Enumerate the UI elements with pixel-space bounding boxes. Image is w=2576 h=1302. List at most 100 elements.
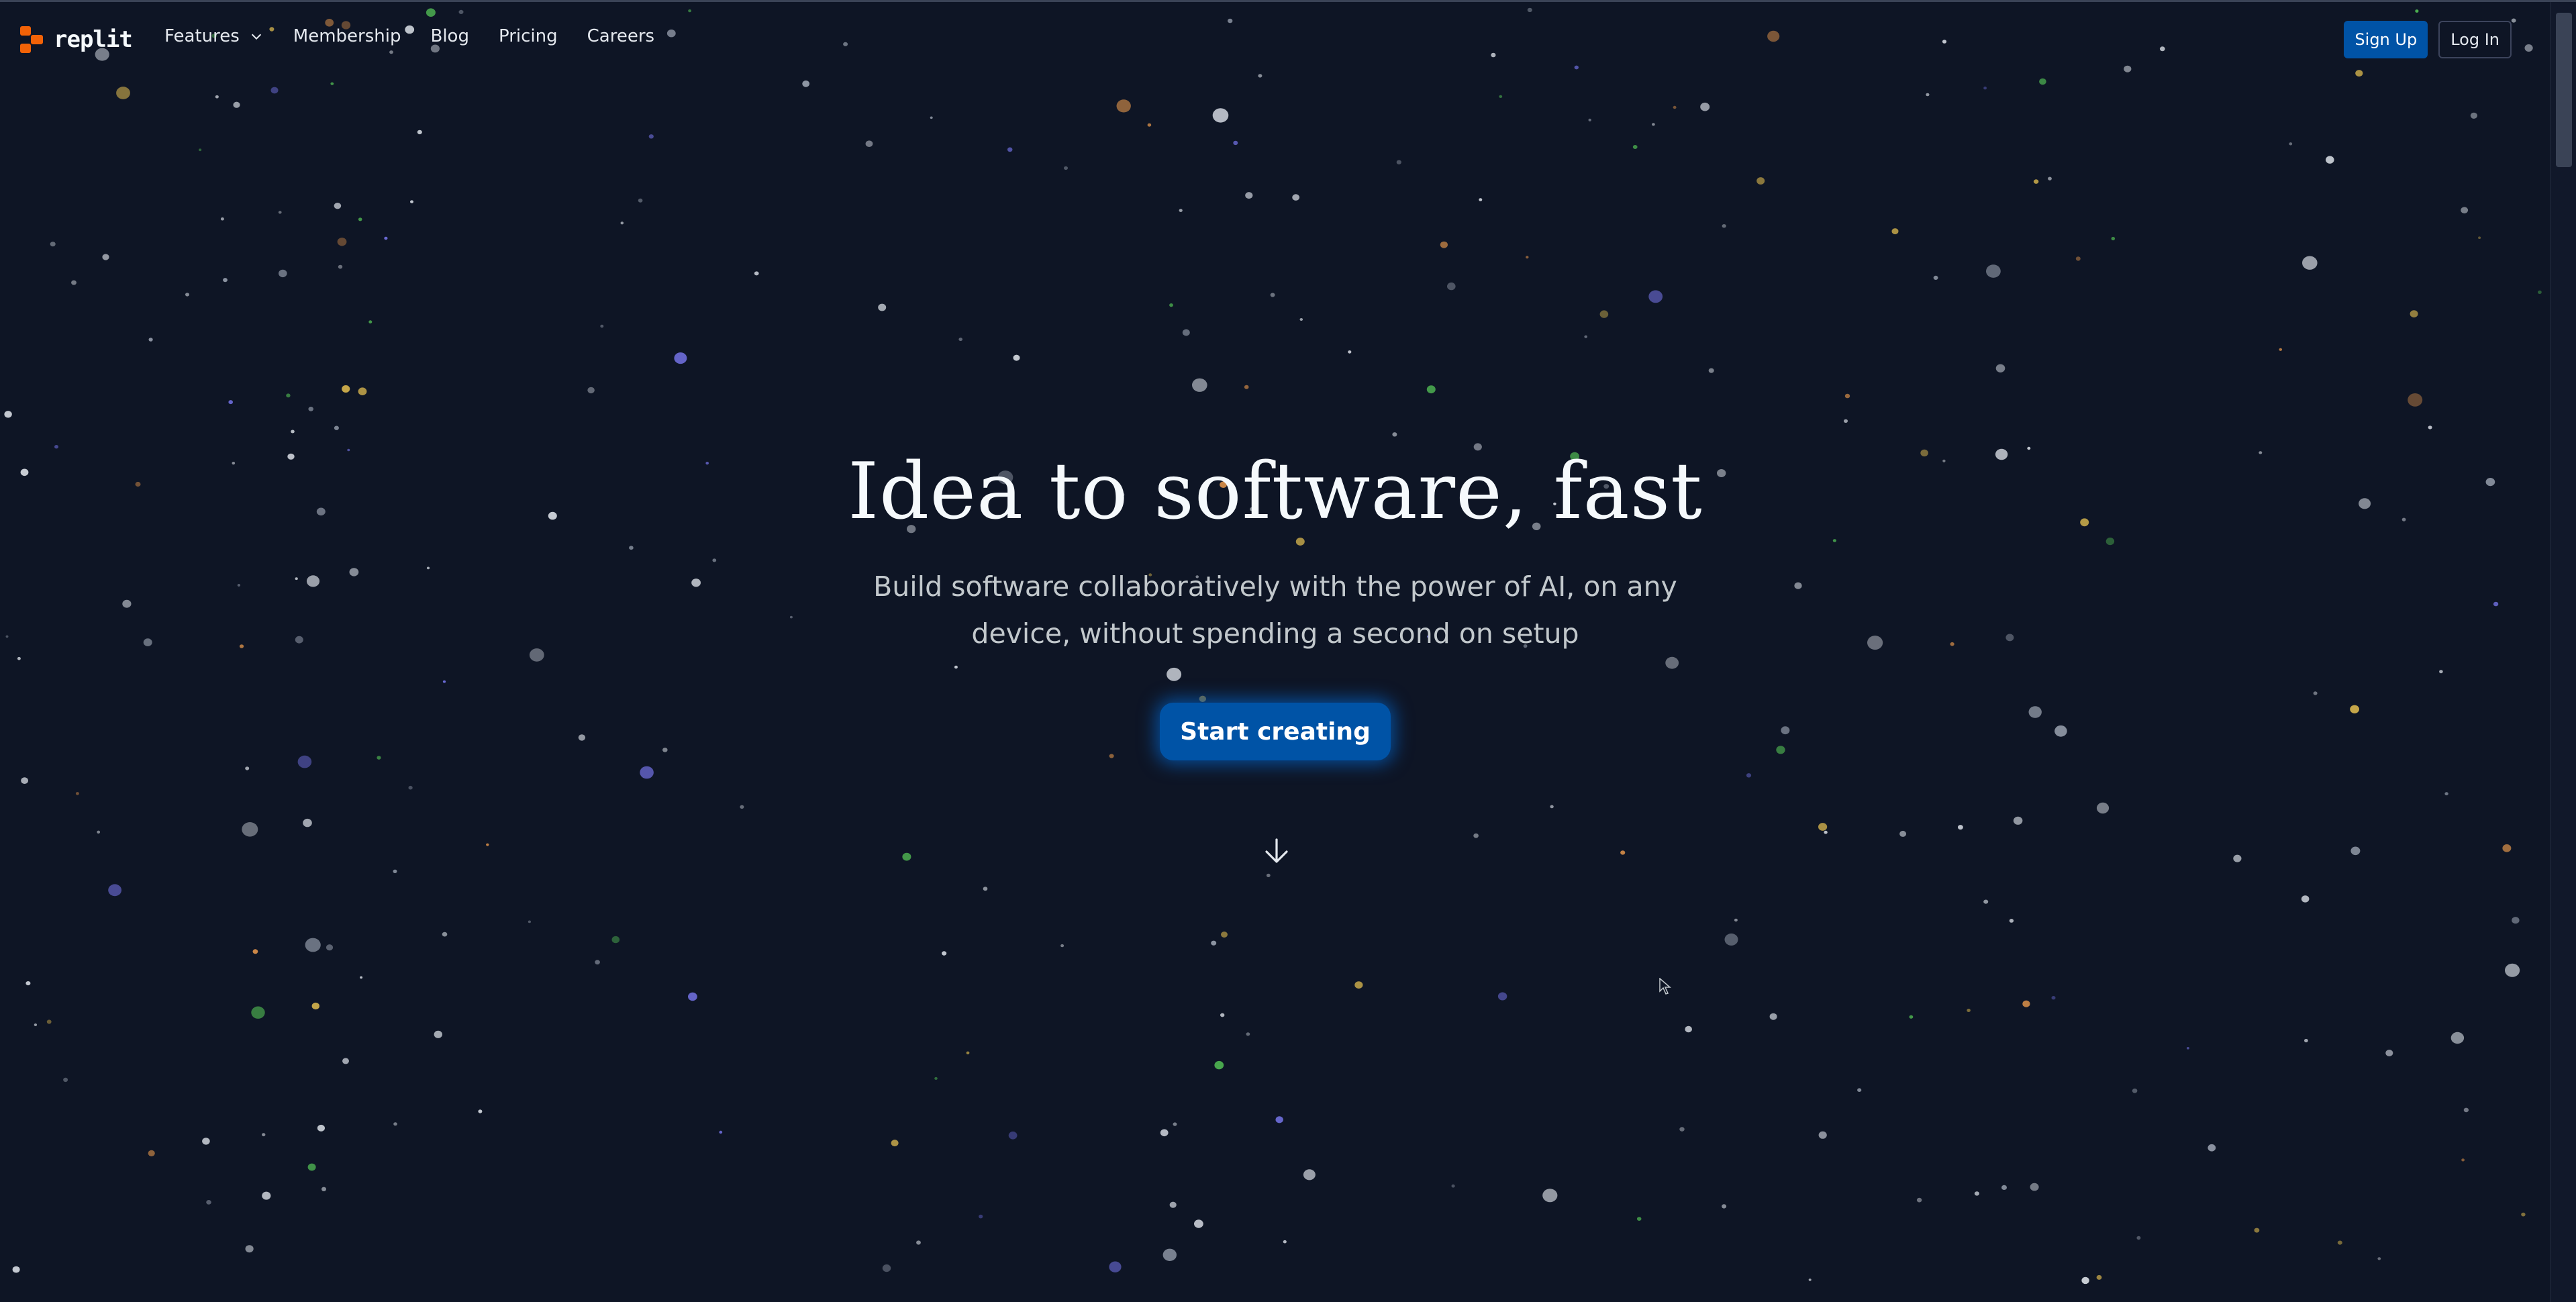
star-dot <box>1995 364 2005 372</box>
star-dot <box>2233 854 2242 862</box>
star-dot <box>611 936 620 944</box>
nav-careers-link[interactable]: Careers <box>587 26 654 46</box>
star-dot <box>1173 1122 1177 1126</box>
star-dot <box>1746 773 1752 778</box>
star-dot <box>1246 1032 1250 1036</box>
star-dot <box>1160 1129 1169 1137</box>
star-dot <box>865 140 873 147</box>
star-dot <box>2304 1038 2308 1043</box>
page-scrollbar[interactable] <box>2550 2 2576 1302</box>
star-dot <box>2009 919 2014 923</box>
star-dot <box>342 1058 349 1064</box>
star-dot <box>1292 194 1300 201</box>
star-dot <box>891 1140 899 1147</box>
star-dot <box>1652 123 1655 126</box>
nav-pricing-link[interactable]: Pricing <box>499 26 558 46</box>
star-dot <box>1974 1191 1979 1196</box>
star-dot <box>360 976 363 979</box>
star-dot <box>916 1240 921 1245</box>
star-dot <box>1245 192 1253 199</box>
replit-logo[interactable]: replit <box>20 26 133 53</box>
star-dot <box>2186 1047 2189 1050</box>
star-dot <box>1632 145 1638 149</box>
star-dot <box>2461 1158 2465 1162</box>
nav-membership-link[interactable]: Membership <box>293 26 401 46</box>
start-creating-button[interactable]: Start creating <box>1160 703 1391 760</box>
star-dot <box>215 95 219 99</box>
star-dot <box>1844 419 1848 423</box>
star-dot <box>1116 99 1131 113</box>
star-dot <box>1685 1025 1692 1033</box>
star-dot <box>393 869 397 874</box>
star-dot <box>1983 899 1989 904</box>
star-dot <box>2136 1236 2141 1240</box>
star-dot <box>620 221 624 225</box>
star-dot <box>228 400 234 405</box>
nav-features-dropdown[interactable]: Features <box>164 26 264 46</box>
star-dot <box>1244 385 1249 389</box>
star-dot <box>1933 275 1938 280</box>
sign-up-button[interactable]: Sign Up <box>2344 21 2428 58</box>
star-dot <box>358 217 362 221</box>
star-dot <box>326 944 334 951</box>
star-dot <box>1734 918 1738 922</box>
star-dot <box>754 271 759 276</box>
log-in-button[interactable]: Log In <box>2438 21 2512 58</box>
nav-blog-link[interactable]: Blog <box>431 26 469 46</box>
star-dot <box>719 1130 723 1134</box>
star-dot <box>1620 850 1626 855</box>
star-dot <box>1673 105 1677 109</box>
star-dot <box>2478 236 2481 240</box>
star-dot <box>648 134 654 139</box>
star-dot <box>220 217 224 221</box>
star-dot <box>2408 393 2423 407</box>
star-dot <box>1722 1204 1727 1209</box>
star-dot <box>934 1076 938 1080</box>
star-dot <box>2463 1107 2469 1113</box>
star-dot <box>2030 1183 2039 1191</box>
star-dot <box>1447 282 1456 291</box>
star-dot <box>206 1200 211 1205</box>
star-dot <box>2075 256 2081 261</box>
star-dot <box>1526 256 1529 259</box>
star-dot <box>1169 1201 1177 1208</box>
star-dot <box>286 393 291 398</box>
star-dot <box>979 1214 983 1219</box>
star-dot <box>1584 335 1587 338</box>
star-dot <box>148 338 153 342</box>
star-dot <box>368 320 373 323</box>
star-dot <box>983 887 988 891</box>
star-dot <box>1440 241 1448 248</box>
star-dot <box>1109 1261 1122 1272</box>
hero-title: Idea to software, fast <box>848 446 1703 537</box>
star-dot <box>1221 932 1228 938</box>
star-dot <box>1891 228 1899 235</box>
star-dot <box>185 293 189 297</box>
star-dot <box>1348 350 1352 354</box>
star-dot <box>434 1030 442 1038</box>
star-dot <box>1599 310 1609 318</box>
arrow-down-icon[interactable] <box>1260 834 1293 868</box>
star-dot <box>252 949 258 954</box>
star-dot <box>342 385 350 393</box>
star-dot <box>202 1138 210 1145</box>
star-dot <box>1824 830 1828 834</box>
star-dot <box>2096 802 2110 814</box>
star-dot <box>2279 348 2283 351</box>
star-dot <box>2470 112 2477 119</box>
star-dot <box>1708 368 1714 373</box>
star-dot <box>262 1133 266 1137</box>
star-dot <box>2132 1088 2138 1093</box>
star-dot <box>1266 873 1271 877</box>
star-dot <box>12 1266 20 1273</box>
star-dot <box>337 238 347 246</box>
star-dot <box>902 852 911 861</box>
scrollbar-thumb[interactable] <box>2556 13 2572 167</box>
star-dot <box>1194 1219 1203 1228</box>
star-dot <box>638 198 643 203</box>
star-dot <box>1192 378 1207 392</box>
chevron-down-icon <box>251 34 261 40</box>
star-dot <box>1909 1015 1914 1019</box>
star-dot <box>317 1124 325 1132</box>
star-dot <box>2051 996 2056 1000</box>
